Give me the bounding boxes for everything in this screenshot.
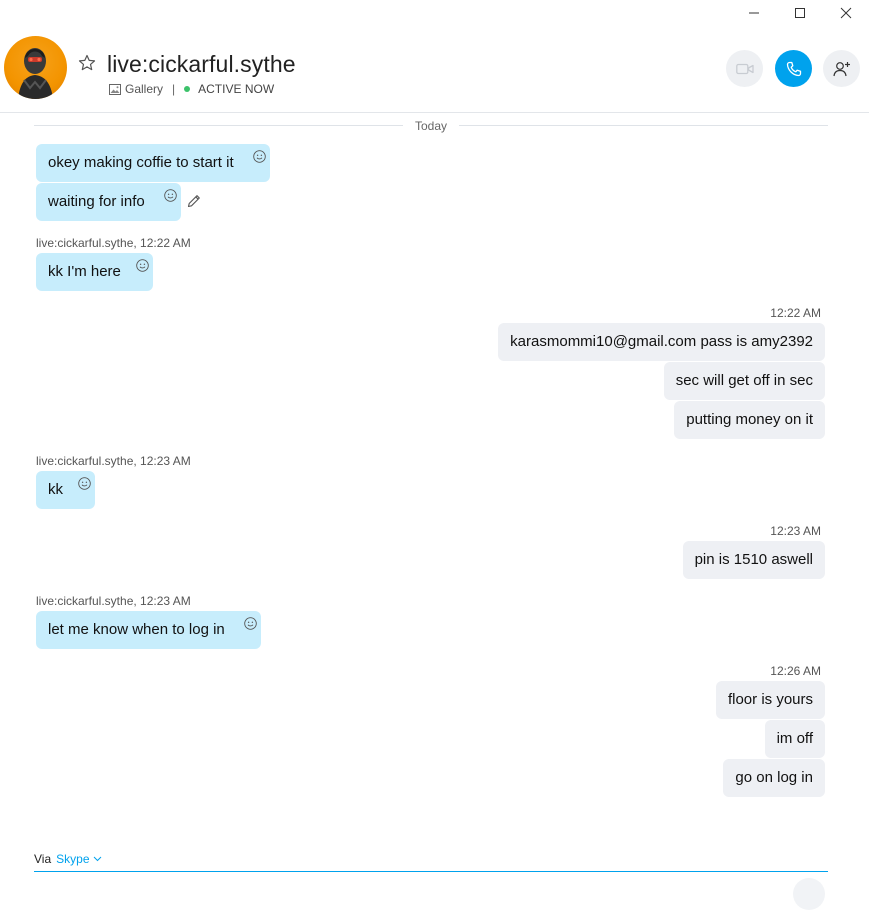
presence-dot bbox=[184, 86, 191, 92]
react-emoji-icon[interactable] bbox=[164, 189, 177, 202]
video-camera-icon bbox=[735, 63, 754, 74]
phone-icon bbox=[786, 61, 801, 76]
minimize-icon bbox=[749, 12, 759, 14]
message-text: floor is yours bbox=[727, 691, 813, 708]
conversation-area[interactable]: Today okey making coffie to start it wai… bbox=[0, 113, 869, 843]
video-call-button[interactable] bbox=[726, 50, 763, 87]
window-controls bbox=[731, 0, 869, 26]
message-text: kk I'm here bbox=[48, 263, 121, 280]
service-name[interactable]: Skype bbox=[56, 852, 89, 866]
message-bubble-incoming[interactable]: let me know when to log in bbox=[36, 611, 261, 649]
message-bubble-incoming[interactable]: kk I'm here bbox=[36, 253, 153, 291]
message-bubble-outgoing[interactable]: putting money on it bbox=[674, 401, 825, 439]
message-bubble-outgoing[interactable]: floor is yours bbox=[715, 681, 825, 719]
message-text: waiting for info bbox=[48, 193, 145, 210]
message-text: kk bbox=[48, 481, 63, 498]
message-text: sec will get off in sec bbox=[675, 372, 813, 389]
message-time: 12:22 AM bbox=[770, 306, 821, 320]
react-emoji-icon[interactable] bbox=[244, 617, 257, 630]
message-text: putting money on it bbox=[686, 411, 813, 428]
compose-input-underline[interactable] bbox=[34, 871, 828, 872]
react-emoji-icon[interactable] bbox=[78, 477, 91, 490]
message-sender-time: live:cickarful.sythe, 12:23 AM bbox=[36, 454, 191, 468]
message-text: go on log in bbox=[735, 769, 813, 786]
add-participant-button[interactable] bbox=[823, 50, 860, 87]
presence-status: ACTIVE NOW bbox=[198, 82, 275, 96]
message-sender-time: live:cickarful.sythe, 12:23 AM bbox=[36, 594, 191, 608]
audio-call-button[interactable] bbox=[775, 50, 812, 87]
favorite-star-icon[interactable] bbox=[78, 54, 96, 72]
gallery-icon bbox=[109, 83, 121, 95]
message-text: im off bbox=[776, 730, 813, 747]
message-bubble-incoming[interactable]: waiting for info bbox=[36, 183, 181, 221]
react-emoji-icon[interactable] bbox=[253, 150, 266, 163]
day-divider-label: Today bbox=[403, 119, 459, 133]
contact-name[interactable]: live:cickarful.sythe bbox=[107, 51, 296, 78]
message-bubble-outgoing[interactable]: pin is 1510 aswell bbox=[682, 541, 825, 579]
message-text: okey making coffie to start it bbox=[48, 154, 234, 171]
via-label: Via bbox=[34, 852, 52, 866]
message-bubble-outgoing[interactable]: karasmommi10@gmail.com pass is amy2392 bbox=[498, 323, 825, 361]
message-bubble-outgoing[interactable]: sec will get off in sec bbox=[663, 362, 825, 400]
message-bubble-outgoing[interactable]: im off bbox=[764, 720, 825, 758]
message-bubble-outgoing[interactable]: go on log in bbox=[723, 759, 825, 797]
message-time: 12:23 AM bbox=[770, 524, 821, 538]
contact-subline: Gallery | ACTIVE NOW bbox=[109, 82, 274, 96]
maximize-icon bbox=[795, 8, 805, 18]
emoji-button[interactable] bbox=[793, 878, 825, 910]
avatar-figure-icon bbox=[18, 48, 53, 99]
chevron-down-icon[interactable] bbox=[93, 856, 102, 862]
add-user-icon bbox=[832, 61, 850, 76]
edit-pencil-icon[interactable] bbox=[186, 193, 202, 209]
message-time: 12:26 AM bbox=[770, 664, 821, 678]
subline-separator: | bbox=[172, 82, 176, 96]
minimize-button[interactable] bbox=[731, 0, 777, 26]
react-emoji-icon[interactable] bbox=[136, 259, 149, 272]
gallery-link[interactable]: Gallery bbox=[125, 82, 163, 96]
message-text: let me know when to log in bbox=[48, 621, 225, 638]
contact-avatar[interactable] bbox=[4, 36, 67, 99]
message-sender-time: live:cickarful.sythe, 12:22 AM bbox=[36, 236, 191, 250]
compose-service-selector[interactable]: Via Skype bbox=[34, 852, 102, 866]
message-bubble-incoming[interactable]: kk bbox=[36, 471, 95, 509]
chat-header: live:cickarful.sythe Gallery | ACTIVE NO… bbox=[0, 26, 869, 113]
close-button[interactable] bbox=[823, 0, 869, 26]
message-text: karasmommi10@gmail.com pass is amy2392 bbox=[510, 333, 813, 350]
message-bubble-incoming[interactable]: okey making coffie to start it bbox=[36, 144, 270, 182]
close-icon bbox=[840, 7, 852, 19]
maximize-button[interactable] bbox=[777, 0, 823, 26]
message-text: pin is 1510 aswell bbox=[694, 551, 813, 568]
